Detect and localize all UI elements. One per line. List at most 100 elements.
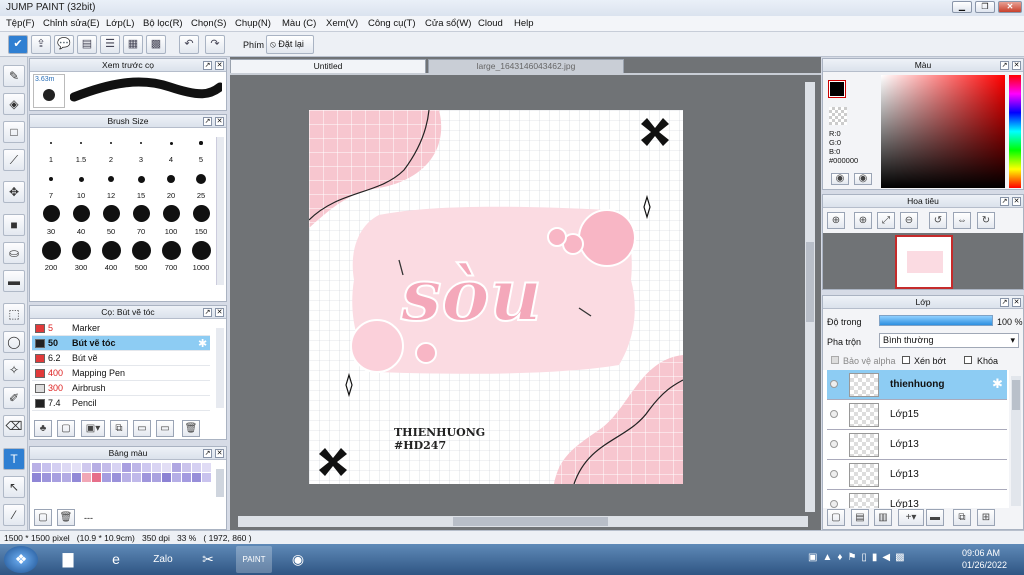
menu-file[interactable]: Tệp(F) <box>6 18 35 29</box>
bucket-fill-icon[interactable]: ⛀ <box>3 242 25 264</box>
palette-swatch[interactable] <box>122 463 131 472</box>
palette-swatch[interactable] <box>82 463 91 472</box>
palette-swatch[interactable] <box>112 463 121 472</box>
color-mode-icon[interactable]: ◉ <box>831 173 849 185</box>
brush-list-scrollbar[interactable] <box>216 328 224 408</box>
palette-swatch[interactable] <box>182 473 191 482</box>
menu-capture[interactable]: Chụp(N) <box>235 18 271 29</box>
navigator-viewport[interactable] <box>895 235 953 289</box>
float-icon[interactable]: ↗ <box>1000 298 1009 307</box>
primary-color-swatch[interactable] <box>828 80 846 98</box>
zoom-in2-icon[interactable]: ⊕ <box>854 212 872 229</box>
delete-swatch-icon[interactable]: 🗑 <box>57 509 75 526</box>
palette-swatch[interactable] <box>192 473 201 482</box>
transparent-swatch[interactable] <box>829 107 847 125</box>
redo-icon[interactable]: ↷ <box>205 35 225 54</box>
add-layer-menu-icon[interactable]: +▾ <box>898 509 924 526</box>
copy-brush-icon[interactable]: ⧉ <box>110 420 128 437</box>
palette-swatch[interactable] <box>62 473 71 482</box>
zoom-out-icon[interactable]: ⊖ <box>900 212 918 229</box>
palette-swatch[interactable] <box>72 463 81 472</box>
close-panel-icon[interactable]: ✕ <box>1012 197 1021 206</box>
float-icon[interactable]: ↗ <box>203 117 212 126</box>
menu-cloud[interactable]: Cloud <box>478 18 503 29</box>
brush-size-option[interactable]: 25 <box>186 167 216 200</box>
tab-untitled[interactable]: Untitled <box>230 59 426 73</box>
palette-swatch[interactable] <box>172 463 181 472</box>
vertical-scroll-thumb[interactable] <box>806 242 814 322</box>
layer-scroll-thumb[interactable] <box>1012 380 1020 410</box>
brush-size-scrollbar[interactable] <box>216 137 224 285</box>
palette-swatch[interactable] <box>202 473 211 482</box>
layer-folder-icon[interactable]: ▬ <box>926 509 944 526</box>
palette-swatch[interactable] <box>172 473 181 482</box>
close-panel-icon[interactable]: ✕ <box>215 449 224 458</box>
menu-window[interactable]: Cửa sổ(W) <box>425 18 471 29</box>
tab-large-image[interactable]: large_1643146043462.jpg <box>428 59 624 73</box>
palette-swatch[interactable] <box>82 473 91 482</box>
cloud-sync-icon[interactable]: ✔ <box>8 35 28 54</box>
export-icon[interactable]: ⇪ <box>31 35 51 54</box>
float-icon[interactable]: ↗ <box>203 449 212 458</box>
palette-swatch[interactable] <box>132 473 141 482</box>
brush-menu-icon[interactable]: ▣▾ <box>81 420 105 437</box>
duplicate-layer-icon[interactable]: ⧉ <box>953 509 971 526</box>
brush-size-option[interactable]: 12 <box>96 167 126 200</box>
palette-swatch[interactable] <box>162 473 171 482</box>
ie-icon[interactable]: e <box>98 546 134 573</box>
select-eraser-icon[interactable]: ⌫ <box>3 415 25 437</box>
eye-icon[interactable] <box>830 470 838 478</box>
brush-size-option[interactable]: 100 <box>156 203 186 236</box>
lasso-icon[interactable]: ◯ <box>3 331 25 353</box>
brush-size-option[interactable]: 2 <box>96 131 126 164</box>
palette-swatch[interactable] <box>192 463 201 472</box>
menu-layer[interactable]: Lớp(L) <box>106 18 134 29</box>
brush-item-pencil[interactable]: 7.4 Pencil <box>32 396 210 411</box>
layer-row[interactable]: Lớp13 <box>827 490 1007 508</box>
palette-swatch[interactable] <box>142 463 151 472</box>
zalo-icon[interactable]: Zalo <box>145 546 181 573</box>
palette-swatch[interactable] <box>152 473 161 482</box>
palette-swatch[interactable] <box>72 473 81 482</box>
palette-swatch[interactable] <box>162 463 171 472</box>
eye-icon[interactable] <box>830 380 838 388</box>
chrome-icon[interactable]: ◉ <box>280 546 316 573</box>
select-rect-icon[interactable]: □ <box>3 121 25 143</box>
zoom-in-icon[interactable]: ⊕ <box>827 212 845 229</box>
protect-alpha-checkbox[interactable] <box>831 356 839 364</box>
menu-tools[interactable]: Công cụ(T) <box>368 18 416 29</box>
brush-size-option[interactable]: 30 <box>36 203 66 236</box>
palette-swatch[interactable] <box>152 463 161 472</box>
navigator-preview[interactable] <box>823 233 1023 289</box>
brush-size-option[interactable]: 200 <box>36 239 66 272</box>
palette-swatch[interactable] <box>142 473 151 482</box>
settings-gear-icon[interactable]: ✱ <box>198 337 207 350</box>
new-brush-icon[interactable]: ▢ <box>57 420 75 437</box>
magic-wand-icon[interactable]: ✧ <box>3 359 25 381</box>
undo-icon[interactable]: ↶ <box>179 35 199 54</box>
brush-size-option[interactable]: 7 <box>36 167 66 200</box>
opacity-slider[interactable] <box>879 315 993 326</box>
rotate-right-icon[interactable]: ↻ <box>977 212 995 229</box>
eye-icon[interactable] <box>830 410 838 418</box>
add-brush-icon[interactable]: ♣ <box>34 420 52 437</box>
brush-size-option[interactable]: 10 <box>66 167 96 200</box>
close-panel-icon[interactable]: ✕ <box>215 61 224 70</box>
palette-scrollbar[interactable] <box>216 469 224 497</box>
palette-swatch[interactable] <box>122 473 131 482</box>
blend-mode-select[interactable]: Bình thường ▾ <box>879 333 1019 348</box>
new-layer3-icon[interactable]: ▥ <box>874 509 892 526</box>
palette-swatch[interactable] <box>52 473 61 482</box>
brush-size-option[interactable]: 5 <box>186 131 216 164</box>
clip-checkbox[interactable] <box>902 356 910 364</box>
brush-size-option[interactable]: 150 <box>186 203 216 236</box>
minimize-button[interactable]: ▁ <box>952 1 972 13</box>
clock-date[interactable]: 01/26/2022 <box>962 560 1007 570</box>
artwork-canvas[interactable]: sòu THIENHUONG #HD247 <box>309 110 683 484</box>
brush-item-pen[interactable]: 6.2 Bút vẽ <box>32 351 210 366</box>
float-icon[interactable]: ↗ <box>1000 61 1009 70</box>
menu-filter[interactable]: Bộ lọc(R) <box>143 18 183 29</box>
palette-swatch[interactable] <box>32 473 41 482</box>
fit-icon[interactable]: ⤢ <box>877 212 895 229</box>
brush-size-option[interactable]: 1.5 <box>66 131 96 164</box>
